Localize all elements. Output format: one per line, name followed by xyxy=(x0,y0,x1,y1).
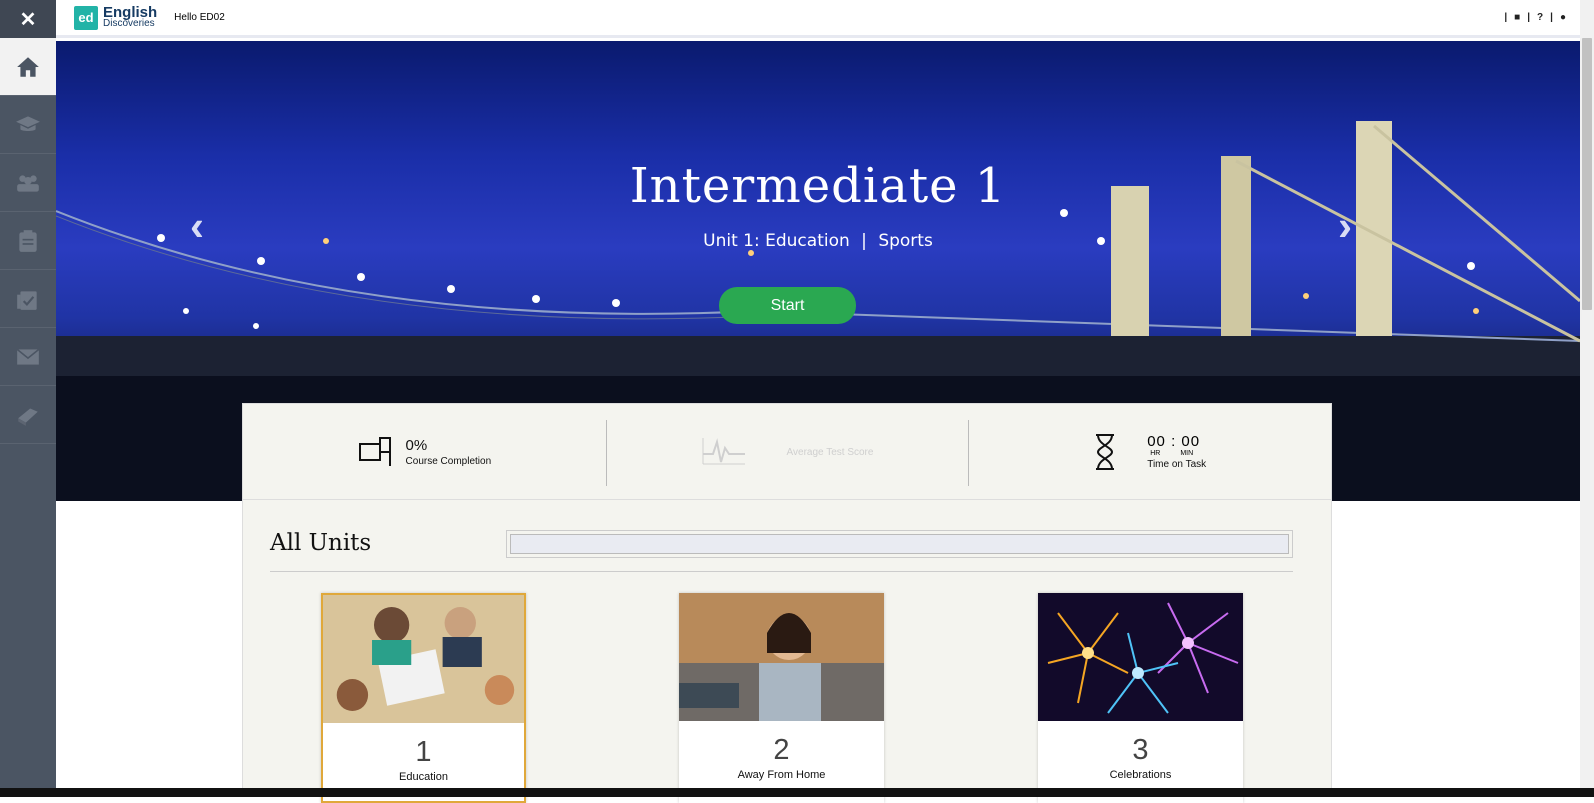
logo-line-2: Discoveries xyxy=(103,17,155,29)
sidebar-item-tests[interactable] xyxy=(0,212,56,270)
sidebar-item-community[interactable] xyxy=(0,154,56,212)
progress-stats-panel: 0% Course Completion Average Test Score … xyxy=(242,403,1332,500)
close-menu-button[interactable]: ✕ xyxy=(0,0,56,38)
mail-icon xyxy=(16,348,40,365)
time-minutes: 00 xyxy=(1181,433,1201,450)
assignments-icon xyxy=(17,290,37,310)
units-search-input[interactable] xyxy=(510,534,1289,554)
scrollbar[interactable] xyxy=(1580,0,1594,797)
help-icon[interactable]: ? xyxy=(1537,12,1543,23)
unit-card-1[interactable]: 1 Education xyxy=(321,593,526,803)
unit-name: Education xyxy=(399,771,448,783)
flag-icon xyxy=(358,436,391,466)
start-button[interactable]: Start xyxy=(719,287,856,324)
sidebar-item-home[interactable] xyxy=(0,38,56,96)
completion-value: 0% xyxy=(405,436,428,454)
graduation-cap-icon xyxy=(16,115,40,131)
divider: | xyxy=(1550,12,1553,23)
unit-2-image xyxy=(679,593,884,721)
all-units-panel: All Units 1 Education 2 Away From Home 3… xyxy=(242,500,1332,803)
left-sidebar: ✕ xyxy=(0,0,56,797)
sidebar-item-courses[interactable] xyxy=(0,96,56,154)
pulse-chart-icon xyxy=(702,437,745,464)
average-score-label: Average Test Score xyxy=(786,447,874,458)
units-search-box xyxy=(506,530,1293,558)
unit-name: Away From Home xyxy=(737,769,826,781)
user-icon[interactable]: ● xyxy=(1560,12,1566,23)
users-icon xyxy=(17,174,39,192)
section-title: All Units xyxy=(270,530,372,556)
close-icon: ✕ xyxy=(19,8,37,31)
logo-badge: ed xyxy=(74,5,98,30)
sidebar-item-assignments[interactable] xyxy=(0,270,56,328)
user-greeting: Hello ED02 xyxy=(174,12,225,23)
app-logo[interactable]: ed English Discoveries xyxy=(74,3,158,30)
completion-label: Course Completion xyxy=(405,455,492,467)
unit-3-image xyxy=(1038,593,1243,721)
sidebar-item-messages[interactable] xyxy=(0,328,56,386)
sidebar-item-library[interactable] xyxy=(0,386,56,444)
separator: | xyxy=(861,231,867,251)
time-label: Time on Task xyxy=(1147,459,1207,470)
unit-number: 2 xyxy=(773,734,790,766)
time-on-task-stat: 00 : 00 HR MIN Time on Task xyxy=(968,404,1331,499)
scrollbar-thumb[interactable] xyxy=(1582,38,1592,310)
unit-line: Unit 1: Education xyxy=(703,231,850,251)
unit-card-3[interactable]: 3 Celebrations xyxy=(1038,593,1243,803)
unit-1-image xyxy=(323,595,524,723)
average-score-stat: Average Test Score xyxy=(605,404,969,499)
course-title: Intermediate 1 xyxy=(629,158,1007,214)
taskbar-edge xyxy=(0,788,1594,797)
hours-unit: HR xyxy=(1150,450,1161,457)
unit-number: 3 xyxy=(1132,734,1149,766)
minutes-unit: MIN xyxy=(1180,450,1194,457)
time-hours: 00 xyxy=(1147,433,1166,450)
logo-line-1: English xyxy=(103,3,158,21)
top-bar: ed English Discoveries Hello ED02 | ■ | … xyxy=(56,0,1594,38)
book-icon[interactable]: ■ xyxy=(1514,12,1520,23)
book-icon xyxy=(18,408,38,426)
home-icon xyxy=(17,56,39,77)
topic-label: Sports xyxy=(878,231,933,251)
divider: | xyxy=(1527,12,1531,23)
unit-number: 1 xyxy=(415,736,432,768)
hourglass-icon xyxy=(1096,433,1115,470)
clipboard-icon xyxy=(19,229,37,252)
divider xyxy=(270,571,1293,572)
time-separator: : xyxy=(1171,433,1177,450)
course-completion-stat: 0% Course Completion xyxy=(243,404,606,499)
divider: | xyxy=(1504,12,1508,23)
unit-card-2[interactable]: 2 Away From Home xyxy=(679,593,884,803)
unit-subtitle: Unit 1: Education | Sports xyxy=(56,231,1580,251)
unit-name: Celebrations xyxy=(1109,769,1172,781)
